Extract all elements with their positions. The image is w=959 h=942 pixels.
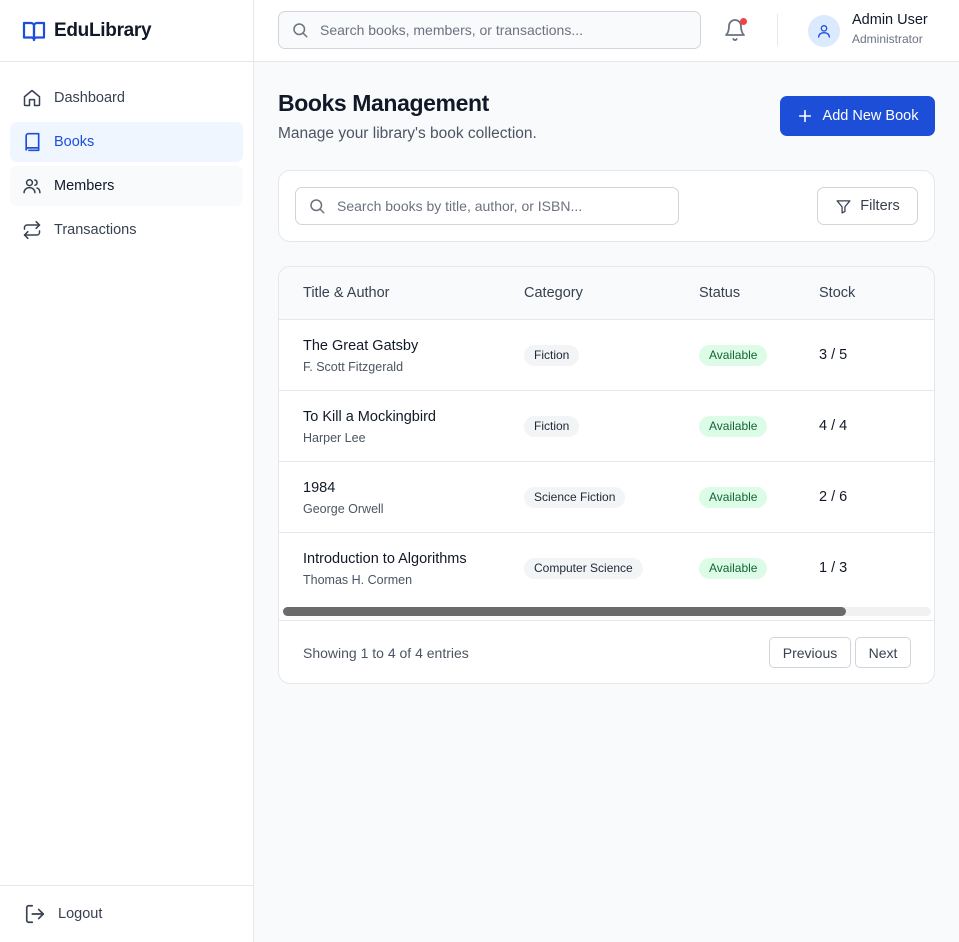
user-icon — [818, 25, 830, 38]
filters-label: Filters — [860, 198, 900, 214]
user-name: Admin User — [852, 12, 928, 28]
column-header-stock[interactable]: Stock — [819, 285, 855, 301]
column-header-category[interactable]: Category — [524, 285, 583, 301]
sidebar-item-transactions[interactable]: Transactions — [10, 210, 243, 250]
category-badge: Computer Science — [524, 558, 643, 579]
book-icon — [25, 132, 40, 152]
next-page-button[interactable]: Next — [855, 637, 911, 668]
category-badge: Fiction — [524, 345, 580, 366]
logout-label: Logout — [58, 906, 103, 922]
sidebar-item-label: Members — [54, 178, 115, 194]
category-badge: Science Fiction — [524, 487, 626, 508]
table-header: Title & Author Category Status Stock — [279, 267, 934, 320]
book-author: F. Scott Fitzgerald — [303, 360, 404, 374]
stock-count: 4 / 4 — [819, 418, 848, 434]
book-search-input[interactable] — [337, 198, 667, 214]
user-role: Administrator — [852, 32, 923, 46]
logout-icon — [25, 904, 45, 924]
sidebar-item-label: Transactions — [54, 222, 137, 238]
entries-summary: Showing 1 to 4 of 4 entries — [303, 645, 469, 661]
table-row[interactable]: To Kill a Mockingbird Harper Lee Fiction… — [279, 391, 934, 462]
filters-button[interactable]: Filters — [817, 187, 918, 225]
add-new-book-button[interactable]: Add New Book — [780, 96, 935, 136]
sidebar-item-label: Books — [54, 134, 95, 150]
sidebar-item-dashboard[interactable]: Dashboard — [10, 78, 243, 118]
brand[interactable]: EduLibrary — [0, 0, 253, 62]
notification-dot — [740, 18, 747, 25]
column-header-status[interactable]: Status — [699, 285, 740, 301]
filter-card: Filters — [278, 170, 935, 242]
horizontal-scrollbar-thumb[interactable] — [283, 607, 846, 616]
arrows-exchange-icon — [23, 220, 41, 240]
book-title: The Great Gatsby — [303, 338, 419, 354]
table-row[interactable]: The Great Gatsby F. Scott Fitzgerald Fic… — [279, 320, 934, 391]
table-row[interactable]: 1984 George Orwell Science Fiction Avail… — [279, 462, 934, 533]
sidebar-item-label: Dashboard — [54, 90, 125, 106]
books-table: Title & Author Category Status Stock The… — [278, 266, 935, 684]
users-icon — [23, 179, 41, 194]
logout-button[interactable]: Logout — [0, 885, 253, 942]
column-header-title-author[interactable]: Title & Author — [303, 285, 390, 301]
book-open-icon — [22, 21, 46, 41]
book-title: Introduction to Algorithms — [303, 551, 467, 567]
book-author: Thomas H. Cormen — [303, 573, 413, 587]
plus-icon — [798, 109, 811, 123]
status-badge: Available — [699, 416, 768, 437]
book-title: 1984 — [303, 480, 336, 496]
search-icon — [310, 199, 325, 214]
avatar[interactable] — [808, 15, 840, 47]
previous-page-button[interactable]: Previous — [769, 637, 851, 668]
global-search[interactable] — [278, 11, 701, 49]
home-icon — [23, 89, 41, 107]
top-bar: Admin User Administrator — [254, 0, 959, 62]
table-footer: Showing 1 to 4 of 4 entries Previous Nex… — [279, 620, 934, 683]
status-badge: Available — [699, 487, 768, 508]
table-row[interactable]: Introduction to Algorithms Thomas H. Cor… — [279, 533, 934, 604]
book-search[interactable] — [295, 187, 679, 225]
status-badge: Available — [699, 558, 768, 579]
global-search-input[interactable] — [320, 22, 690, 38]
book-author: Harper Lee — [303, 431, 366, 445]
status-badge: Available — [699, 345, 768, 366]
sidebar: EduLibrary Dashboard Books Members Trans… — [0, 0, 254, 942]
sidebar-item-books[interactable]: Books — [10, 122, 243, 162]
add-new-book-label: Add New Book — [822, 108, 919, 124]
filter-icon — [836, 199, 851, 214]
page-subtitle: Manage your library's book collection. — [278, 125, 537, 142]
search-icon — [293, 23, 308, 38]
brand-name: EduLibrary — [54, 19, 152, 41]
stock-count: 3 / 5 — [819, 347, 848, 363]
stock-count: 1 / 3 — [819, 560, 848, 576]
book-title: To Kill a Mockingbird — [303, 409, 436, 425]
sidebar-item-members[interactable]: Members — [10, 166, 243, 206]
book-author: George Orwell — [303, 502, 384, 516]
category-badge: Fiction — [524, 416, 580, 437]
sidebar-nav: Dashboard Books Members Transactions — [0, 62, 253, 250]
stock-count: 2 / 6 — [819, 489, 848, 505]
page-title: Books Management — [278, 90, 489, 116]
header-divider — [777, 14, 778, 46]
